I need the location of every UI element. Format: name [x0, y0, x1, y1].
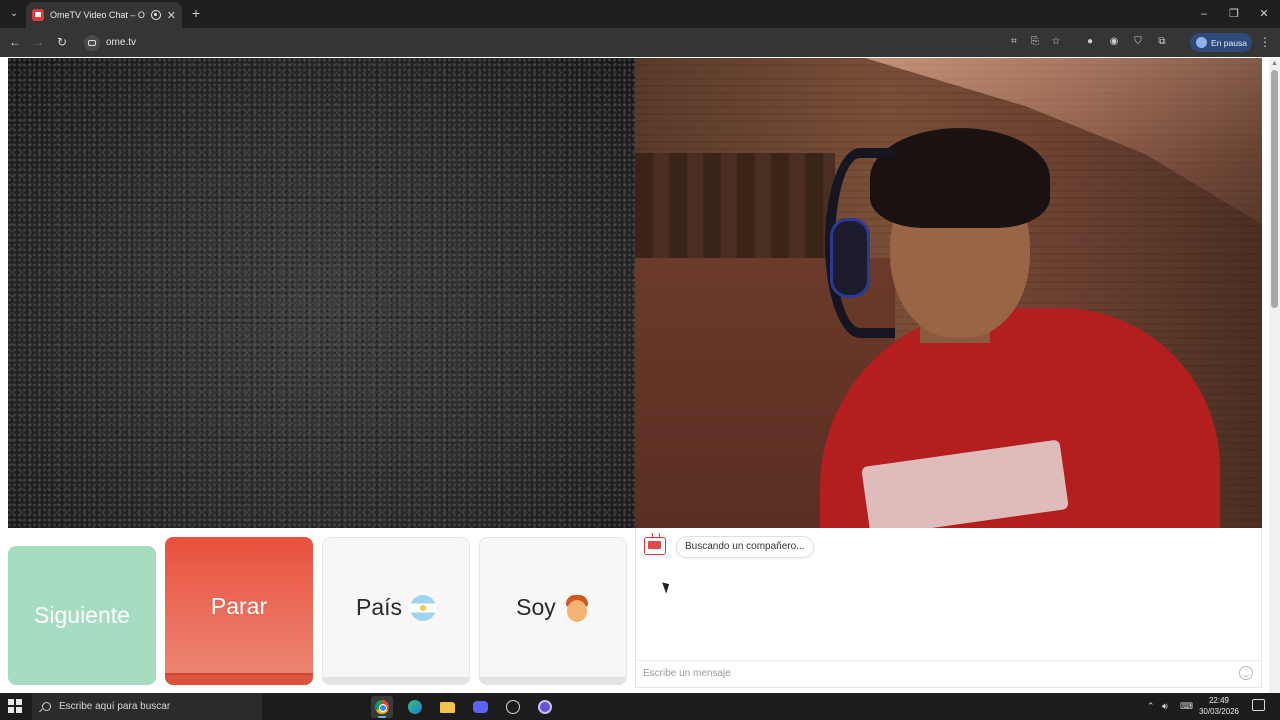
reload-icon[interactable]: ↻ [54, 34, 70, 50]
volume-icon[interactable]: 🔊︎ [1162, 699, 1168, 713]
translate-icon[interactable]: ⌗ [1007, 35, 1021, 49]
scrollbar-thumb[interactable] [1271, 70, 1278, 308]
video-headset-cup [830, 218, 870, 298]
extensions-puzzle-icon[interactable]: ⧉ [1155, 35, 1169, 49]
extension-circle-icon[interactable]: ◉ [1107, 35, 1121, 49]
notification-center-icon[interactable] [1252, 699, 1265, 711]
partner-video-static [8, 58, 635, 528]
close-window-button[interactable]: ✕ [1256, 6, 1272, 22]
url-text[interactable]: ome.tv [106, 37, 136, 48]
taskbar-search-box[interactable]: Escribe aquí para buscar [32, 693, 262, 720]
taskbar-discord-icon[interactable] [469, 696, 491, 718]
taskbar-file-explorer-icon[interactable] [436, 696, 458, 718]
browser-tab-bar: ⌄ OmeTV Video Chat – Ome ✕ + – ❐ ✕ [0, 0, 1280, 28]
taskbar-app-icon[interactable] [502, 696, 524, 718]
extension-green-icon[interactable]: ● [1083, 35, 1097, 49]
taskbar-chrome-icon[interactable] [371, 696, 393, 718]
search-icon [42, 702, 51, 711]
bookmark-star-icon[interactable]: ☆ [1049, 35, 1063, 49]
ometv-tv-logo-icon [644, 537, 666, 555]
new-tab-button[interactable]: + [188, 5, 204, 21]
page-scrollbar[interactable]: ▲ [1269, 58, 1280, 693]
site-info-icon[interactable] [84, 34, 100, 51]
ometv-favicon-icon [32, 9, 44, 21]
emoji-smiley-icon[interactable] [1239, 666, 1253, 680]
tab-close-icon[interactable]: ✕ [167, 9, 176, 22]
video-headboard [635, 153, 835, 263]
chat-panel: Buscando un compañero... Escribe un mens… [635, 528, 1262, 688]
install-app-icon[interactable]: ⎘ [1028, 35, 1042, 49]
browser-menu-icon[interactable]: ⋮ [1259, 34, 1271, 50]
minimize-button[interactable]: – [1196, 6, 1212, 22]
gender-button[interactable]: Soy [479, 537, 627, 685]
stop-button-label: Parar [210, 592, 268, 619]
tab-search-chevron-icon[interactable]: ⌄ [6, 6, 22, 22]
recording-indicator-icon [150, 10, 161, 20]
country-button[interactable]: País [322, 537, 470, 685]
clock-date: 30/03/2026 [1198, 707, 1240, 716]
windows-start-icon[interactable] [8, 699, 22, 713]
country-button-label: País [355, 594, 403, 620]
next-button[interactable]: Siguiente [8, 546, 156, 685]
chat-status-message: Buscando un compañero... [676, 536, 814, 558]
tab-title: OmeTV Video Chat – Ome [50, 10, 145, 20]
scroll-up-arrow-icon[interactable]: ▲ [1271, 60, 1278, 67]
forward-arrow-icon[interactable]: → [30, 34, 46, 50]
tab-ometv[interactable]: OmeTV Video Chat – Ome ✕ [26, 2, 182, 28]
browser-toolbar: ← → ↻ ome.tv ⌗ ⎘ ☆ ● ◉ ⛉ ⧉ En pausa ⋮ [0, 28, 1280, 57]
boy-emoji-icon [564, 594, 590, 622]
self-camera-video [635, 58, 1262, 528]
next-button-label: Siguiente [34, 602, 130, 628]
taskbar-edge-icon[interactable] [404, 696, 426, 718]
profile-paused-chip[interactable]: En pausa [1190, 33, 1252, 52]
profile-status-label: En pausa [1211, 37, 1247, 48]
chat-message-input[interactable]: Escribe un mensaje [636, 660, 1261, 686]
shield-extension-icon[interactable]: ⛉ [1131, 35, 1145, 49]
argentina-flag-icon [410, 594, 437, 621]
tray-chevron-up-icon[interactable]: ⌃ [1147, 699, 1155, 713]
video-person-hair [870, 128, 1050, 228]
back-arrow-icon[interactable]: ← [7, 34, 23, 50]
profile-avatar-icon [1196, 37, 1207, 48]
clock-time: 22:49 [1208, 696, 1230, 705]
gender-button-label: Soy [516, 594, 556, 620]
stop-button[interactable]: Parar [165, 537, 313, 685]
restore-button[interactable]: ❐ [1226, 6, 1242, 22]
keyboard-icon[interactable]: ⌨ [1180, 699, 1193, 713]
ometv-page: Siguiente Parar País Soy Buscando un com… [0, 57, 1280, 693]
windows-taskbar: Escribe aquí para buscar ⌃ 🔊︎ ⌨ 22:49 30… [0, 693, 1280, 720]
taskbar-obs-icon[interactable] [534, 696, 556, 718]
taskbar-search-placeholder: Escribe aquí para buscar [59, 701, 171, 712]
taskbar-clock[interactable]: 22:49 30/03/2026 [1196, 695, 1242, 717]
